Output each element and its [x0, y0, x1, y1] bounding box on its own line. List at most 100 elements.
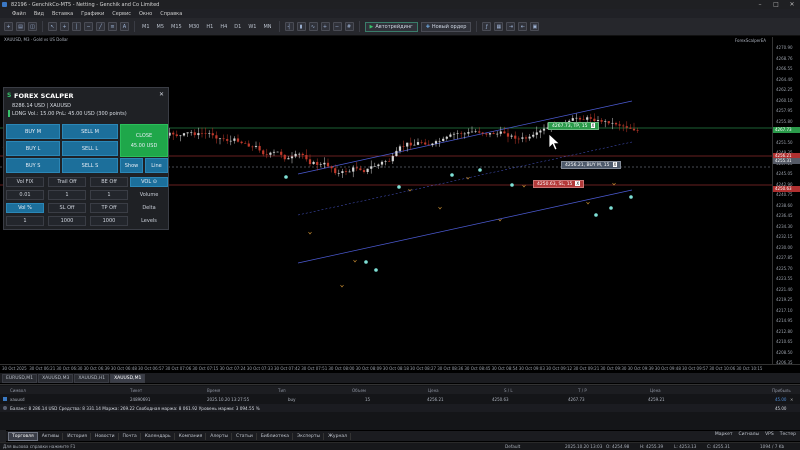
levels-input-1[interactable]: 1 [6, 216, 44, 226]
sl-order-label[interactable]: 4250.63, SL, 15 X [533, 180, 585, 188]
chart-tab[interactable]: EURUSD,M1 [2, 373, 38, 383]
tab-trade[interactable]: Торговля [8, 431, 38, 441]
cell-sl[interactable]: 4250.63 [492, 397, 509, 402]
col-ticket[interactable]: Тикет [130, 388, 142, 393]
scalper-close-icon[interactable]: ✕ [159, 91, 164, 98]
buy-close-icon[interactable]: X [612, 162, 618, 167]
tf-d1[interactable]: D1 [232, 24, 243, 30]
profiles-icon[interactable]: ▤ [16, 22, 25, 31]
vertical-line-icon[interactable]: │ [72, 22, 81, 31]
menu-charts[interactable]: Графики [81, 11, 104, 17]
zoom-out-icon[interactable]: − [332, 22, 342, 31]
tf-m1[interactable]: M1 [140, 24, 152, 30]
tab-history[interactable]: История [64, 432, 91, 440]
tf-w1[interactable]: W1 [246, 24, 258, 30]
menu-help[interactable]: Справка [160, 11, 182, 17]
status-connection[interactable]: 1094 / 7 Kb [760, 444, 784, 449]
signals-link[interactable]: Сигналы [739, 432, 760, 437]
trail-off-button[interactable]: Trail Off [48, 177, 86, 187]
volume-input-1[interactable]: 0.01 [6, 190, 44, 200]
time-axis[interactable]: 30 Oct 2025 30 Oct 06:21 30 Oct 06:30 30 Oc… [0, 364, 800, 372]
chart-bars-icon[interactable]: ┤ [284, 22, 294, 31]
col-volume[interactable]: Объем [352, 388, 366, 393]
tab-experts[interactable]: Эксперты [294, 432, 325, 440]
text-icon[interactable]: A [120, 22, 129, 31]
tf-m30[interactable]: M30 [187, 24, 202, 30]
close-position-button[interactable]: CLOSE 45.00 USD [120, 124, 168, 157]
tf-mn[interactable]: MN [261, 24, 273, 30]
buy-s-button[interactable]: BUY S [6, 158, 60, 173]
tab-mailbox[interactable]: Почта [120, 432, 141, 440]
lines-button[interactable]: Line [145, 158, 168, 173]
levels-input-3[interactable]: 1000 [90, 216, 128, 226]
tf-h4[interactable]: H4 [218, 24, 229, 30]
vol-fix-button[interactable]: Vol FIX [6, 177, 44, 187]
buy-position-label[interactable]: 4256.21, BUY M, 15 X [561, 161, 622, 169]
sl-close-icon[interactable]: X [575, 181, 581, 186]
buy-m-button[interactable]: BUY M [6, 124, 60, 139]
algo-trading-button[interactable]: ▶ Автотрейдинг [364, 21, 418, 32]
volume-input-3[interactable]: 1 [90, 190, 128, 200]
price-axis[interactable]: 4270.90 4268.76 4266.55 4264.40 4262.25 4260.… [772, 37, 800, 365]
maximize-button[interactable]: □ [768, 0, 784, 9]
new-chart-icon[interactable]: + [4, 22, 13, 31]
horizontal-line-icon[interactable]: ─ [84, 22, 93, 31]
table-row[interactable]: xauusd 24890691 2025.10.20 13:27:55 buy … [0, 395, 800, 403]
tab-articles[interactable]: Статьи [233, 432, 257, 440]
volume-input-2[interactable]: 1 [48, 190, 86, 200]
vol-toggle-button[interactable]: VOL ⊙ [130, 177, 168, 187]
tester-link[interactable]: Тестер [780, 432, 796, 437]
market-watch-icon[interactable]: ◫ [28, 22, 37, 31]
col-sl[interactable]: S / L [504, 388, 513, 393]
menu-insert[interactable]: Вставка [52, 11, 73, 17]
col-profit[interactable]: Прибыль [772, 388, 791, 393]
col-time[interactable]: Время [207, 388, 220, 393]
zoom-in-icon[interactable]: + [320, 22, 330, 31]
tab-company[interactable]: Компания [176, 432, 207, 440]
tab-exposure[interactable]: Активы [39, 432, 64, 440]
levels-input-2[interactable]: 1000 [48, 216, 86, 226]
status-profile[interactable]: Default [505, 444, 520, 449]
chart-candles-icon[interactable]: ▮ [296, 22, 306, 31]
autoscroll-icon[interactable]: ⇥ [506, 22, 516, 31]
chart-tab-active[interactable]: XAUUSD,M1 [110, 373, 146, 383]
tp-close-icon[interactable]: X [590, 123, 596, 128]
minimize-button[interactable]: – [752, 0, 768, 9]
vps-link[interactable]: VPS [765, 432, 774, 437]
channel-icon[interactable]: ≡ [108, 22, 117, 31]
close-window-button[interactable]: ✕ [784, 0, 800, 9]
tf-h1[interactable]: H1 [204, 24, 215, 30]
cursor-icon[interactable]: ↖ [48, 22, 57, 31]
trendline-icon[interactable]: ╱ [96, 22, 105, 31]
tab-alerts[interactable]: Алерты [207, 432, 233, 440]
col-symbol[interactable]: Символ [10, 388, 26, 393]
sl-off-button[interactable]: SL Off [48, 203, 86, 213]
price-chart[interactable]: XAUUSD, M3 · Gold vs US Dollar ForexScal… [0, 37, 772, 364]
vol-percent-button[interactable]: Vol % [6, 203, 44, 213]
show-button[interactable]: Show [120, 158, 143, 173]
buy-l-button[interactable]: BUY L [6, 141, 60, 156]
new-order-button[interactable]: ✚ Новый ордер [420, 21, 472, 32]
col-price[interactable]: Цена [428, 388, 439, 393]
tab-news[interactable]: Новости [92, 432, 119, 440]
tf-m5[interactable]: M5 [155, 24, 167, 30]
chart-shift-icon[interactable]: ⇤ [518, 22, 528, 31]
market-link[interactable]: Маркет [715, 432, 733, 437]
indicators-icon[interactable]: ƒ [482, 22, 492, 31]
menu-tools[interactable]: Сервис [112, 11, 131, 17]
tab-calendar[interactable]: Календарь [142, 432, 175, 440]
sell-l-button[interactable]: SELL L [62, 141, 118, 156]
chart-tab[interactable]: XAUUSD,H1 [74, 373, 110, 383]
grid-icon[interactable]: # [344, 22, 354, 31]
sell-m-button[interactable]: SELL M [62, 124, 118, 139]
menu-file[interactable]: Файл [12, 11, 26, 17]
cell-tp[interactable]: 4267.73 [568, 397, 585, 402]
be-off-button[interactable]: BE Off [90, 177, 128, 187]
tp-off-button[interactable]: TP Off [90, 203, 128, 213]
tp-order-label[interactable]: 4267.73, TP, 15 X [548, 122, 600, 130]
crosshair-icon[interactable]: + [60, 22, 69, 31]
chart-tab[interactable]: XAUUSD,M3 [38, 373, 74, 383]
templates-icon[interactable]: ▦ [494, 22, 504, 31]
chart-line-icon[interactable]: ∿ [308, 22, 318, 31]
screenshot-icon[interactable]: ▣ [530, 22, 540, 31]
